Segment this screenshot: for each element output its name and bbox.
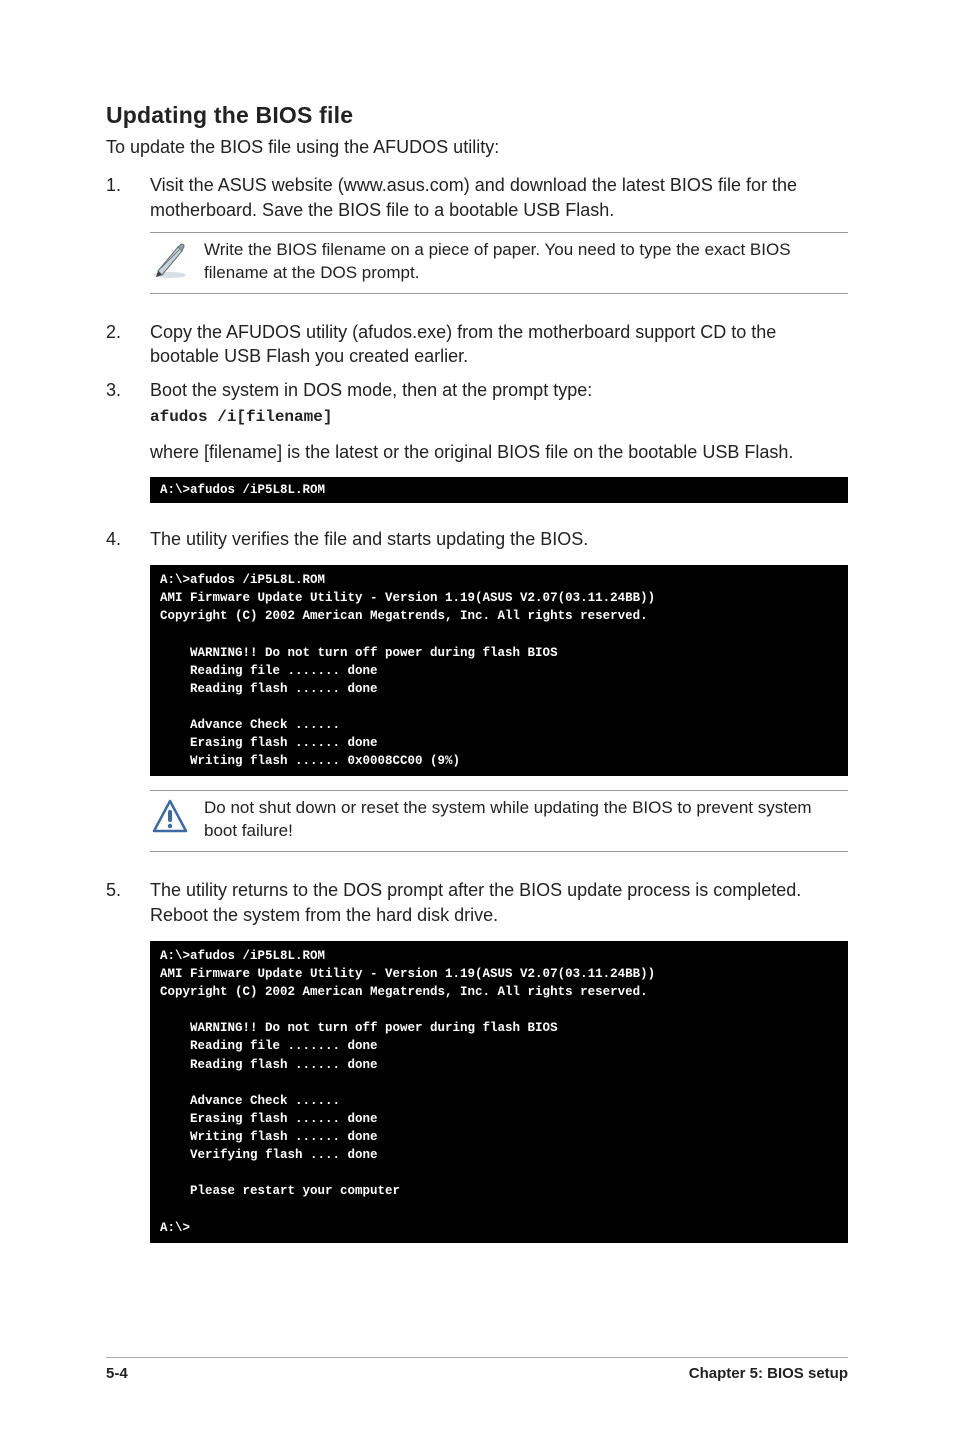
chapter-label: Chapter 5: BIOS setup: [689, 1364, 848, 1384]
step-3-number: 3.: [106, 378, 128, 516]
step-1-text: Visit the ASUS website (www.asus.com) an…: [150, 173, 848, 222]
pencil-icon: [150, 239, 190, 279]
step-2-text: Copy the AFUDOS utility (afudos.exe) fro…: [150, 320, 848, 369]
step-4: 4. The utility verifies the file and sta…: [106, 527, 848, 869]
step-2-number: 2.: [106, 320, 128, 369]
warning-icon: [150, 797, 190, 837]
step-1-number: 1.: [106, 173, 128, 309]
step-3-command: afudos /i[filename]: [150, 407, 848, 429]
note-warning-text: Do not shut down or reset the system whi…: [204, 797, 848, 843]
step-list: 1. Visit the ASUS website (www.asus.com)…: [106, 173, 848, 1257]
terminal-output-2: A:\>afudos /iP5L8L.ROM AMI Firmware Upda…: [150, 565, 848, 776]
step-5-text: The utility returns to the DOS prompt af…: [150, 878, 848, 927]
step-2: 2. Copy the AFUDOS utility (afudos.exe) …: [106, 320, 848, 369]
step-4-number: 4.: [106, 527, 128, 869]
terminal-output-3: A:\>afudos /iP5L8L.ROM AMI Firmware Upda…: [150, 941, 848, 1243]
note-box-warning: Do not shut down or reset the system whi…: [150, 790, 848, 852]
step-3-where-text: where [filename] is the latest or the or…: [150, 440, 848, 464]
page-footer: 5-4 Chapter 5: BIOS setup: [106, 1357, 848, 1384]
step-5: 5. The utility returns to the DOS prompt…: [106, 878, 848, 1257]
section-heading: Updating the BIOS file: [106, 100, 848, 131]
step-5-number: 5.: [106, 878, 128, 1257]
step-3-text: Boot the system in DOS mode, then at the…: [150, 378, 848, 402]
page-number: 5-4: [106, 1364, 128, 1384]
intro-paragraph: To update the BIOS file using the AFUDOS…: [106, 135, 848, 159]
note-box-filename: Write the BIOS filename on a piece of pa…: [150, 232, 848, 294]
note-filename-text: Write the BIOS filename on a piece of pa…: [204, 239, 848, 285]
step-3: 3. Boot the system in DOS mode, then at …: [106, 378, 848, 516]
terminal-output-1: A:\>afudos /iP5L8L.ROM: [150, 477, 848, 503]
step-4-text: The utility verifies the file and starts…: [150, 527, 848, 551]
step-1: 1. Visit the ASUS website (www.asus.com)…: [106, 173, 848, 309]
